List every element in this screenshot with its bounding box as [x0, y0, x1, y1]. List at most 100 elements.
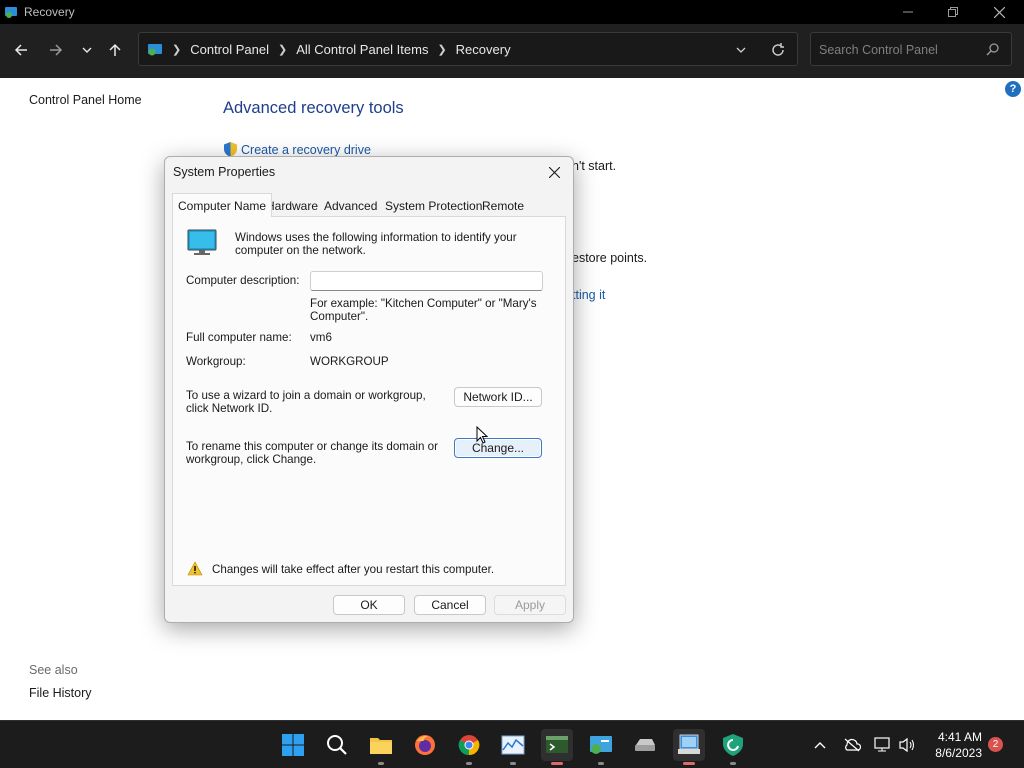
taskbar-task-manager[interactable] [497, 729, 529, 765]
computer-description-input[interactable] [310, 271, 543, 291]
taskbar-drive[interactable] [629, 729, 661, 761]
change-button[interactable]: Change... [454, 438, 542, 458]
taskbar-system-properties[interactable] [673, 729, 705, 765]
network-icon [874, 737, 890, 752]
breadcrumb-all-items[interactable]: All Control Panel Items [296, 42, 428, 57]
page-heading: Advanced recovery tools [223, 99, 404, 117]
network-id-description: To use a wizard to join a domain or work… [186, 389, 426, 415]
dialog-title: System Properties [173, 165, 276, 179]
recovery-app-icon [5, 7, 17, 18]
folder-icon [370, 738, 392, 754]
taskbar-control-panel[interactable] [585, 729, 617, 765]
up-button[interactable] [103, 38, 127, 62]
taskbar-chrome[interactable] [453, 729, 485, 765]
workgroup-value: WORKGROUP [310, 355, 389, 368]
network-id-button[interactable]: Network ID... [454, 387, 542, 407]
intro-text: Windows uses the following information t… [235, 231, 517, 257]
breadcrumb-recovery[interactable]: Recovery [456, 42, 511, 57]
navigation-bar: ❯ Control Panel ❯ All Control Panel Item… [0, 24, 1024, 78]
taskbar-firefox[interactable] [409, 729, 441, 761]
breadcrumb-control-panel[interactable]: Control Panel [190, 42, 269, 57]
address-history-chevron-icon[interactable] [736, 45, 746, 55]
chevron-down-icon [82, 47, 92, 53]
minimize-icon [903, 11, 913, 13]
refresh-icon[interactable] [771, 43, 785, 57]
breadcrumb-separator-icon: ❯ [437, 43, 447, 56]
drive-icon [635, 739, 655, 751]
search-icon [986, 43, 999, 56]
help-icon[interactable]: ? [1005, 81, 1021, 97]
tab-system-protection[interactable]: System Protection [380, 196, 487, 216]
system-properties-icon [678, 734, 700, 754]
forward-button[interactable] [44, 38, 68, 62]
firefox-icon [415, 735, 435, 755]
cancel-button[interactable]: Cancel [414, 595, 486, 615]
control-panel-icon [148, 44, 162, 56]
recent-locations-button[interactable] [75, 38, 99, 62]
example-text: For example: "Kitchen Computer" or "Mary… [310, 297, 537, 323]
close-icon [548, 166, 560, 178]
see-also-label: See also [29, 663, 78, 677]
close-button[interactable] [976, 0, 1022, 24]
background-link-fragment[interactable]: tting it [572, 288, 605, 302]
chevron-up-icon [814, 742, 826, 749]
speaker-icon [899, 737, 915, 753]
close-icon [993, 6, 1005, 18]
tab-computer-name[interactable]: Computer Name [172, 193, 273, 217]
address-bar[interactable]: ❯ Control Panel ❯ All Control Panel Item… [138, 32, 798, 66]
taskbar-search-button[interactable] [321, 729, 353, 761]
full-computer-name-value: vm6 [310, 331, 332, 344]
onedrive-tray-icon[interactable] [842, 735, 862, 755]
tab-advanced[interactable]: Advanced [319, 196, 382, 216]
taskbar-clock[interactable]: 4:41 AM 8/6/2023 [924, 729, 982, 761]
create-recovery-drive-link[interactable]: Create a recovery drive [241, 143, 371, 157]
clock-date: 8/6/2023 [935, 746, 982, 760]
computer-name-panel: Windows uses the following information t… [172, 216, 566, 586]
control-panel-icon [590, 736, 612, 754]
full-computer-name-label: Full computer name: [186, 331, 292, 344]
breadcrumb-separator-icon: ❯ [172, 43, 182, 56]
warning-icon [187, 561, 203, 576]
volume-tray-icon[interactable] [897, 735, 917, 755]
shield-app-icon [723, 734, 743, 756]
taskbar-file-explorer[interactable] [365, 729, 397, 765]
change-description: To rename this computer or change its do… [186, 440, 438, 466]
notification-badge[interactable]: 2 [988, 737, 1003, 752]
mouse-cursor-icon [476, 426, 488, 444]
minimize-button[interactable] [885, 0, 931, 24]
computer-description-label: Computer description: [186, 274, 300, 287]
arrow-left-icon [14, 44, 27, 56]
window-titlebar: Recovery [0, 0, 1024, 24]
search-input[interactable]: Search Control Panel [810, 32, 1012, 66]
network-tray-icon[interactable] [873, 735, 893, 755]
taskbar: 4:41 AM 8/6/2023 2 [0, 720, 1024, 768]
computer-monitor-icon [187, 229, 217, 255]
restore-button[interactable] [930, 0, 976, 24]
file-history-link[interactable]: File History [29, 686, 92, 700]
taskbar-shield-app[interactable] [717, 729, 749, 765]
cloud-off-icon [844, 738, 861, 752]
restore-icon [948, 7, 958, 17]
task-manager-icon [501, 735, 525, 755]
restart-warning-text: Changes will take effect after you resta… [212, 563, 495, 576]
back-button[interactable] [9, 38, 33, 62]
window-title: Recovery [24, 5, 75, 19]
terminal-icon [546, 736, 568, 753]
windows-logo-icon [282, 734, 304, 756]
arrow-up-icon [109, 43, 121, 56]
dialog-close-button[interactable] [541, 161, 567, 183]
clock-time: 4:41 AM [937, 730, 982, 744]
arrow-right-icon [50, 44, 63, 56]
workgroup-label: Workgroup: [186, 355, 246, 368]
start-button[interactable] [277, 729, 309, 761]
show-hidden-icons-button[interactable] [810, 735, 830, 755]
breadcrumb-separator-icon: ❯ [278, 43, 288, 56]
system-properties-dialog: System Properties Computer Name Hardware… [164, 156, 574, 623]
ok-button[interactable]: OK [333, 595, 405, 615]
uac-shield-icon [224, 142, 237, 157]
background-text-fragment: n't start. [572, 159, 617, 173]
taskbar-terminal[interactable] [541, 729, 573, 765]
control-panel-home-link[interactable]: Control Panel Home [29, 93, 142, 107]
tab-remote[interactable]: Remote [477, 196, 529, 216]
apply-button[interactable]: Apply [494, 595, 566, 615]
